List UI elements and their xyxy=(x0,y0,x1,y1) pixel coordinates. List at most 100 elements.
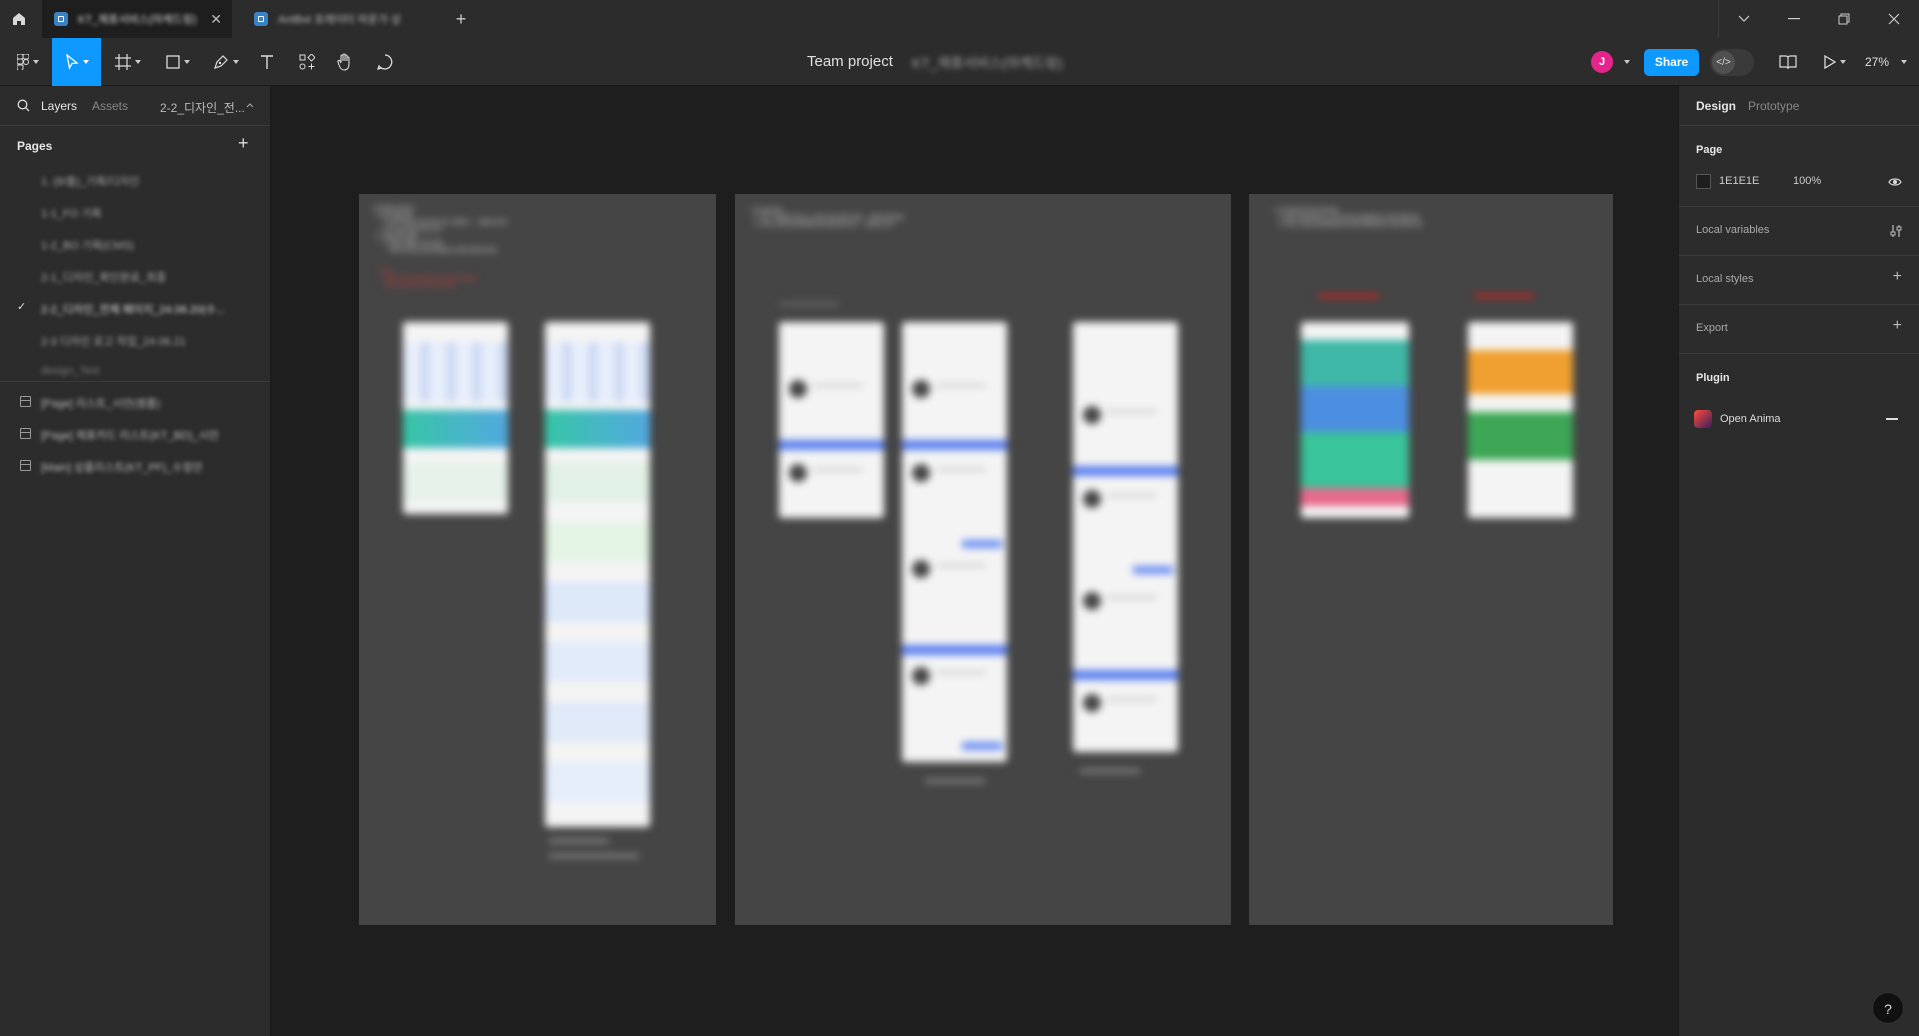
layer-item[interactable]: [Main] 상품리스트(KT_PF)_수정안 xyxy=(0,450,270,482)
home-button[interactable] xyxy=(0,0,38,38)
mockup-screen[interactable] xyxy=(545,322,650,827)
mockup-screen[interactable] xyxy=(403,322,508,514)
mockup-screen[interactable] xyxy=(1301,322,1409,518)
search-icon[interactable] xyxy=(17,99,30,112)
note-line: 2. KT Only 전용 (기타) 수정 xyxy=(371,227,441,233)
variables-icon[interactable] xyxy=(1890,224,1902,238)
note-line: b. 서비스 네이밍 변경 확정에 따라 생활 적용할 예상 디자인 변경 가능 xyxy=(1273,222,1423,228)
minus-icon[interactable] xyxy=(1886,418,1898,420)
plugin-item[interactable]: Open Anima xyxy=(1679,402,1919,434)
frame-layer-icon xyxy=(20,396,31,407)
plus-icon[interactable]: + xyxy=(238,133,249,154)
frame-tool-button[interactable] xyxy=(108,38,148,86)
pen-tool-icon xyxy=(214,55,228,69)
page-item[interactable]: 2-3 디자인 로고 작업_24.06.21 xyxy=(0,324,270,356)
mockup-screen[interactable] xyxy=(779,322,884,518)
close-icon[interactable]: ✕ xyxy=(210,11,222,28)
export-section[interactable]: Export + xyxy=(1679,305,1919,354)
hand-tool-button[interactable] xyxy=(330,38,360,86)
note-line: a. 운영사 작업 페이지 도 리스트 배너 및 방향 배너 이미지 변경 작업 xyxy=(1273,215,1419,221)
page-color-swatch[interactable] xyxy=(1696,174,1711,189)
current-page-selector[interactable]: 2-2_디자인_전... xyxy=(160,99,245,116)
present-button[interactable] xyxy=(1817,38,1853,86)
note-line: 1. 상단 타이틀 아이콘 영역 수정 : 제휴카드 → 제휴카드/포크 xyxy=(371,220,508,226)
window-controls xyxy=(1718,0,1919,38)
note-line-red: - 기존 리스트 라운드 처리 여부 확인 xyxy=(371,283,456,289)
comment-icon xyxy=(376,54,393,70)
artboard-1[interactable]: • 수정사항_24.06.07 a. 상단 퍼블 영역 1. 상단 타이틀 아이… xyxy=(359,194,716,925)
page-item[interactable]: 1-1_FO 기획 xyxy=(0,196,270,228)
section-title: Export xyxy=(1696,322,1728,334)
page-item[interactable]: 2-1_디자인_확인완료_최종 xyxy=(0,260,270,292)
components-button[interactable] xyxy=(292,38,322,86)
file-name[interactable]: KT_제휴서비스(마케드링) xyxy=(912,53,1063,73)
tab-design[interactable]: Design xyxy=(1696,99,1736,113)
hand-tool-icon xyxy=(337,53,350,71)
avatar[interactable]: J xyxy=(1591,51,1613,73)
minimize-icon[interactable] xyxy=(1769,0,1819,38)
close-window-icon[interactable] xyxy=(1869,0,1919,38)
chevron-up-icon[interactable] xyxy=(246,103,254,108)
page-item[interactable]: 1-2_BO 기획(CMS) xyxy=(0,228,270,260)
page-item[interactable]: design_Test xyxy=(0,356,270,388)
tab-file-active[interactable]: KT_제휴서비스(마케드링) ✕ xyxy=(42,0,232,38)
page-color-value[interactable]: 1E1E1E xyxy=(1719,175,1759,187)
share-button[interactable]: Share xyxy=(1644,49,1699,76)
artboard-2[interactable]: • 시안 검토 필요 a. 기존 - 5/30(목) 수정_v1.1 버전 기반… xyxy=(735,194,1231,925)
page-label: 1. (8/출)_기획/디자인 xyxy=(41,176,140,188)
checkmark-icon: ✓ xyxy=(17,301,27,313)
layer-item[interactable]: [Page] 제휴카드 리스트(KT_BD)_시안 xyxy=(0,418,270,450)
restore-icon[interactable] xyxy=(1819,0,1869,38)
left-panel-header: Layers Assets 2-2_디자인_전... xyxy=(0,86,270,126)
shape-tool-button[interactable] xyxy=(158,38,198,86)
tab-assets[interactable]: Assets xyxy=(92,99,128,113)
help-icon[interactable]: ? xyxy=(1872,992,1904,1024)
plus-icon[interactable]: + xyxy=(1893,317,1902,335)
tab-bar: KT_제휴서비스(마케드링) ✕ AntBot 포레이터 마운가 상 + xyxy=(0,0,1919,38)
figma-file-icon xyxy=(54,12,68,26)
chevron-down-icon[interactable] xyxy=(1624,60,1630,64)
local-styles-section[interactable]: Local styles + xyxy=(1679,256,1919,305)
components-icon xyxy=(299,54,315,70)
page-label: 1-2_BO 기획(CMS) xyxy=(41,240,134,252)
comment-button[interactable] xyxy=(370,38,400,86)
page-item[interactable]: 1. (8/출)_기획/디자인 xyxy=(0,164,270,196)
eye-icon[interactable] xyxy=(1888,177,1902,187)
zoom-level[interactable]: 27% xyxy=(1865,55,1889,69)
local-variables-section[interactable]: Local variables xyxy=(1679,207,1919,256)
page-opacity-value[interactable]: 100% xyxy=(1793,175,1821,187)
canvas[interactable]: • 수정사항_24.06.07 a. 상단 퍼블 영역 1. 상단 타이틀 아이… xyxy=(271,86,1678,1036)
library-button[interactable] xyxy=(1773,38,1803,86)
main-menu-button[interactable] xyxy=(10,38,46,86)
note-line: b. 이벤트 배너 영역 xyxy=(371,234,418,240)
page-heading: Page xyxy=(1696,144,1723,156)
right-panel-tabs: Design Prototype xyxy=(1679,86,1919,126)
tab-prototype[interactable]: Prototype xyxy=(1748,99,1799,113)
pen-tool-button[interactable] xyxy=(206,38,246,86)
mockup-screen[interactable] xyxy=(1073,322,1178,752)
artboard-3[interactable]: • 시안 '레이아웃' 위주 검토 필요 a. 운영사 작업 페이지 도 리스트… xyxy=(1249,194,1613,925)
tab-file-inactive[interactable]: AntBot 포레이터 마운가 상 xyxy=(242,0,438,38)
plugin-heading: Plugin xyxy=(1696,372,1730,384)
library-icon xyxy=(1779,55,1797,69)
layer-item[interactable]: [Page] 리스트_시안(썸플) xyxy=(0,386,270,418)
note-line-red: - 이미지 사이즈 및 사용자 조사 전후 비교 필요 xyxy=(371,276,477,282)
plus-icon[interactable]: + xyxy=(1893,268,1902,286)
figma-menu-icon xyxy=(17,54,29,70)
note-line: • 시안 검토 필요 xyxy=(749,208,783,214)
chevron-down-icon[interactable] xyxy=(1719,0,1769,38)
chevron-down-icon[interactable] xyxy=(1901,60,1907,64)
frame-layer-icon xyxy=(20,460,31,471)
text-tool-button[interactable] xyxy=(252,38,282,86)
mockup-screen[interactable] xyxy=(902,322,1007,762)
pages-heading: Pages xyxy=(17,139,53,153)
move-tool-button[interactable] xyxy=(52,38,101,86)
tab-layers[interactable]: Layers xyxy=(41,99,77,113)
dev-mode-toggle[interactable]: </> xyxy=(1710,49,1754,76)
mockup-screen[interactable] xyxy=(1468,322,1573,518)
rectangle-tool-icon xyxy=(166,55,180,69)
page-label: 2-1_디자인_확인완료_최종 xyxy=(41,272,167,284)
team-project-label[interactable]: Team project xyxy=(807,53,893,70)
page-item-current[interactable]: ✓ 2-2_디자인_전체 페이지_24.06.20(수... xyxy=(0,292,270,324)
plus-icon[interactable]: + xyxy=(450,8,472,30)
